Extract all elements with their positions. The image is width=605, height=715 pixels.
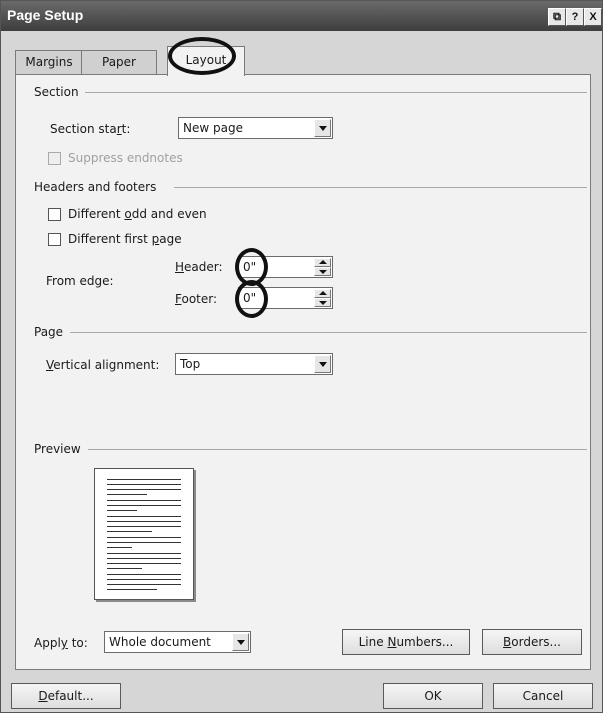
chevron-down-icon[interactable]: [314, 119, 331, 137]
preview-line: [107, 510, 137, 511]
apply-to-label: Apply to:: [34, 636, 88, 650]
preview-line: [107, 563, 181, 564]
chevron-down-icon[interactable]: [314, 355, 331, 373]
section-group-heading: Section: [34, 85, 587, 99]
preview-line: [107, 505, 181, 506]
headers-footers-heading: Headers and footers: [34, 180, 163, 194]
restore-icon[interactable]: ⧉: [548, 8, 566, 26]
preview-line: [107, 500, 181, 501]
preview-line: [107, 531, 152, 532]
borders-button[interactable]: Borders...: [482, 629, 582, 655]
header-label: Header:: [175, 260, 223, 274]
from-edge-label: From edge:: [46, 274, 114, 288]
preview-line: [107, 589, 157, 590]
preview-line: [107, 558, 181, 559]
vertical-alignment-select[interactable]: Top: [175, 353, 333, 375]
default-button[interactable]: Default...: [11, 683, 121, 709]
ok-button[interactable]: OK: [383, 683, 483, 709]
cancel-button[interactable]: Cancel: [493, 683, 593, 709]
preview-line: [107, 484, 181, 485]
preview-line: [107, 542, 181, 543]
preview-group-heading: Preview: [34, 442, 587, 456]
tab-highlight-ring: [168, 37, 236, 75]
preview-line: [107, 574, 181, 575]
odd-even-label: Different odd and even: [68, 207, 207, 221]
preview-line: [107, 479, 181, 480]
footer-label: Footer:: [175, 292, 218, 306]
apply-to-value: Whole document: [109, 635, 211, 649]
tab-margins[interactable]: Margins: [15, 50, 83, 75]
help-icon[interactable]: ?: [566, 8, 584, 26]
preview-heading: Preview: [34, 442, 87, 456]
headers-footers-group-heading: Headers and footers: [34, 180, 587, 194]
section-heading: Section: [34, 85, 85, 99]
preview-line: [107, 489, 181, 490]
preview-line: [107, 521, 181, 522]
preview-line: [107, 553, 181, 554]
spin-down-icon[interactable]: [314, 298, 331, 307]
section-start-label: Section start:: [50, 122, 131, 136]
title-bar: Page Setup ⧉ ? X: [1, 1, 602, 31]
preview-line: [107, 547, 132, 548]
close-icon[interactable]: X: [584, 8, 602, 26]
chevron-down-icon[interactable]: [232, 633, 249, 651]
divider: [70, 332, 587, 333]
preview-line: [107, 579, 181, 580]
page-preview-thumbnail: [94, 468, 194, 600]
preview-line: [107, 537, 181, 538]
line-numbers-button[interactable]: Line Numbers...: [342, 629, 470, 655]
page-heading: Page: [34, 325, 70, 339]
odd-even-checkbox[interactable]: [48, 208, 61, 221]
vertical-alignment-value: Top: [180, 357, 201, 371]
layout-panel: Section Section start: New page Suppress…: [15, 74, 591, 670]
section-start-select[interactable]: New page: [178, 117, 333, 139]
preview-line: [107, 526, 181, 527]
spin-up-icon[interactable]: [314, 289, 331, 298]
dialog-title: Page Setup: [7, 7, 84, 23]
apply-to-select[interactable]: Whole document: [104, 631, 251, 653]
tab-paper[interactable]: Paper: [81, 50, 157, 75]
divider: [82, 92, 587, 93]
first-page-checkbox[interactable]: [48, 233, 61, 246]
preview-line: [107, 584, 181, 585]
suppress-endnotes-checkbox[interactable]: [48, 152, 61, 165]
page-setup-dialog: Page Setup ⧉ ? X Margins Paper Layout Se…: [0, 0, 603, 713]
preview-line: [107, 494, 147, 495]
preview-line: [107, 516, 181, 517]
preview-line: [107, 568, 142, 569]
footer-highlight-ring: [235, 280, 268, 318]
divider: [88, 449, 587, 450]
first-page-label: Different first page: [68, 232, 182, 246]
section-start-value: New page: [183, 121, 243, 135]
divider: [174, 187, 587, 188]
vertical-alignment-label: Vertical alignment:: [46, 358, 160, 372]
page-group-heading: Page: [34, 325, 587, 339]
spin-up-icon[interactable]: [314, 258, 331, 267]
spin-down-icon[interactable]: [314, 267, 331, 276]
suppress-endnotes-label: Suppress endnotes: [68, 151, 183, 165]
